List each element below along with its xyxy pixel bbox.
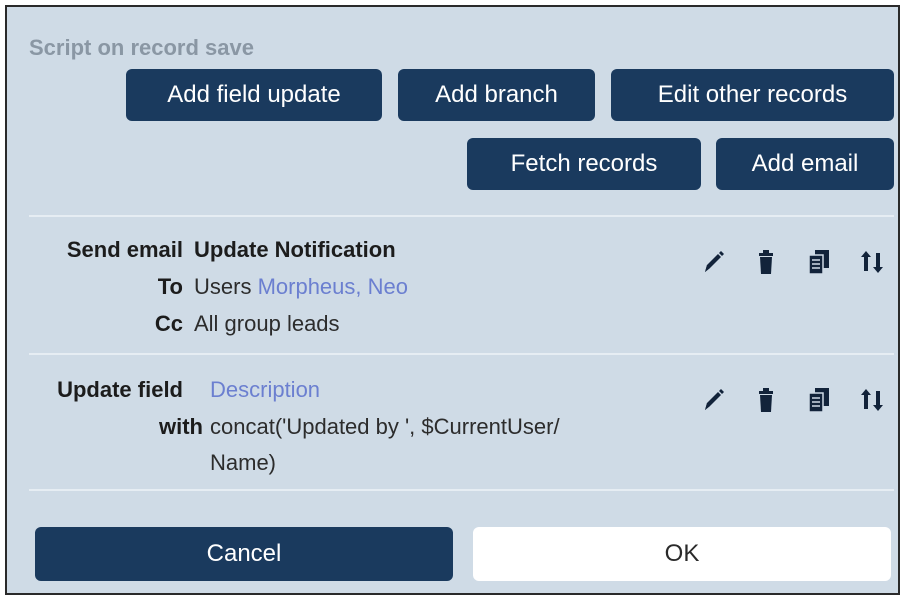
fetch-records-button[interactable]: Fetch records [467,138,701,190]
action-label: Send email [66,237,183,262]
trash-icon[interactable] [753,385,779,415]
dialog-title: Script on record save [29,35,254,60]
cc-label: Cc [154,311,183,336]
pencil-icon[interactable] [700,385,726,415]
field-name-link[interactable]: Description [210,377,320,403]
copy-icon[interactable] [806,247,832,277]
copy-icon[interactable] [806,385,832,415]
add-field-update-button[interactable]: Add field update [126,69,382,121]
sort-icon[interactable] [859,247,885,277]
cc-value: All group leads [194,311,340,336]
expression-line-2: Name) [210,450,277,475]
action-value: Update Notification [194,237,396,262]
pencil-icon[interactable] [700,247,726,277]
separator [29,353,894,355]
ok-button[interactable]: OK [473,527,891,581]
to-value: Users Morpheus, Neo [194,274,408,300]
edit-other-records-button[interactable]: Edit other records [611,69,894,121]
expression-line-1: concat('Updated by ', $CurrentUser/ [210,414,560,439]
to-prefix: Users [194,274,252,299]
script-dialog: Script on record save Add field update A… [5,5,900,595]
add-email-button[interactable]: Add email [716,138,894,190]
separator [29,215,894,217]
trash-icon[interactable] [753,247,779,277]
separator [29,489,894,491]
to-label: To [157,274,183,299]
sort-icon[interactable] [859,385,885,415]
add-branch-button[interactable]: Add branch [398,69,595,121]
to-users-link[interactable]: Morpheus, Neo [258,274,408,299]
with-label: with [159,414,203,439]
action-label: Update field [57,377,183,402]
cancel-button[interactable]: Cancel [35,527,453,581]
